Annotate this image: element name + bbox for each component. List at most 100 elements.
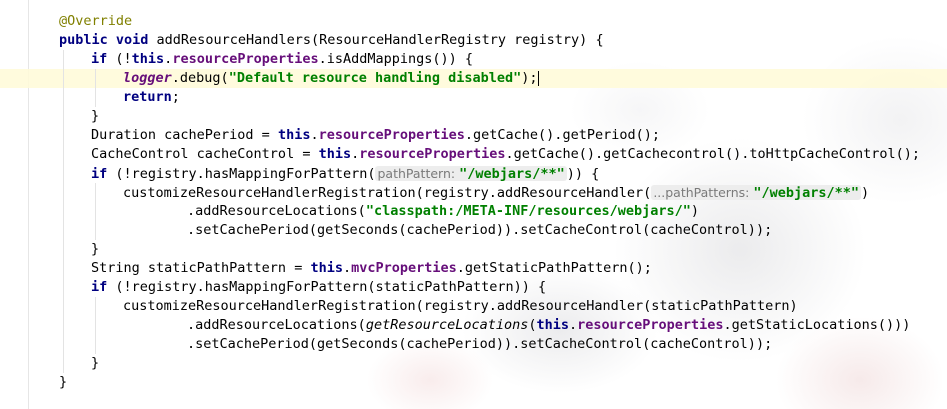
indent-guide bbox=[63, 240, 64, 259]
indent-guide bbox=[95, 202, 96, 221]
code-line[interactable]: return; bbox=[0, 88, 947, 107]
field-reference: resourceProperties bbox=[577, 317, 724, 333]
code-token: .isAddMappings()) { bbox=[318, 51, 474, 67]
keyword: this bbox=[536, 317, 570, 333]
code-line[interactable]: } bbox=[0, 240, 947, 259]
keyword: if bbox=[91, 279, 116, 295]
code-line[interactable]: Duration cachePeriod = this.resourceProp… bbox=[0, 126, 947, 145]
code-token: } bbox=[91, 241, 100, 257]
code-text: .setCachePeriod(getSeconds(cachePeriod))… bbox=[187, 335, 772, 354]
indent-guide bbox=[63, 297, 64, 316]
code-line[interactable]: } bbox=[0, 373, 947, 392]
code-line[interactable]: .addResourceLocations(getResourceLocatio… bbox=[0, 316, 947, 335]
indent-guide bbox=[95, 316, 96, 335]
indent-guide bbox=[95, 183, 96, 202]
indent-guide bbox=[63, 183, 64, 202]
code-token: .getCache().getPeriod(); bbox=[464, 127, 660, 143]
code-editor[interactable]: @Override public void addResourceHandlers… bbox=[0, 12, 947, 392]
keyword: this bbox=[318, 146, 352, 162]
keyword: if bbox=[91, 51, 116, 67]
code-token: } bbox=[59, 374, 68, 390]
keyword: this bbox=[310, 260, 343, 276]
code-line[interactable]: customizeResourceHandlerRegistration(reg… bbox=[0, 183, 947, 202]
code-token: .setCachePeriod(getSeconds(cachePeriod))… bbox=[187, 222, 773, 238]
code-line[interactable]: .addResourceLocations("classpath:/META-I… bbox=[0, 202, 947, 221]
code-token: . bbox=[342, 260, 352, 276]
code-line[interactable]: if (!this.resourceProperties.isAddMappin… bbox=[0, 50, 947, 69]
code-token: } bbox=[91, 108, 100, 124]
indent-guide bbox=[63, 259, 64, 278]
parameter-hint-label: ...pathPatterns: bbox=[653, 185, 754, 200]
code-token: Duration cachePeriod = bbox=[91, 127, 278, 143]
code-text: logger.debug("Default resource handling … bbox=[123, 69, 539, 88]
code-line[interactable]: if (!registry.hasMappingForPattern(stati… bbox=[0, 278, 947, 297]
code-token: (!registry.hasMappingForPattern(staticPa… bbox=[115, 279, 547, 295]
code-text: .addResourceLocations("classpath:/META-I… bbox=[187, 202, 699, 221]
code-token: )) { bbox=[566, 166, 600, 182]
code-text: } bbox=[59, 373, 67, 392]
parameter-hint-label: pathPattern: bbox=[377, 166, 460, 181]
keyword: return bbox=[123, 89, 172, 105]
code-line[interactable]: String staticPathPattern = this.mvcPrope… bbox=[0, 259, 947, 278]
text-cursor bbox=[537, 70, 539, 86]
code-token: ) bbox=[861, 185, 870, 201]
code-token: (!registry.hasMappingForPattern( bbox=[115, 166, 376, 182]
indent-guide bbox=[63, 316, 64, 335]
static-field: logger bbox=[123, 70, 172, 86]
indent-guide bbox=[63, 69, 64, 88]
code-token: ( bbox=[528, 317, 537, 333]
code-token: .debug( bbox=[171, 70, 229, 86]
string-literal: "Default resource handling disabled" bbox=[228, 70, 522, 86]
code-token: CacheControl cacheControl = bbox=[91, 146, 319, 162]
code-text: customizeResourceHandlerRegistration(reg… bbox=[123, 183, 869, 203]
code-text: String staticPathPattern = this.mvcPrope… bbox=[91, 259, 652, 278]
code-line[interactable]: if (!registry.hasMappingForPattern(pathP… bbox=[0, 164, 947, 183]
code-text: public void addResourceHandlers(Resource… bbox=[59, 31, 604, 50]
code-line[interactable]: } bbox=[0, 107, 947, 126]
parameter-hint: ...pathPatterns: "/webjars/**" bbox=[651, 185, 861, 201]
code-token: .getStaticPathPattern(); bbox=[456, 260, 652, 276]
keyword: public void bbox=[59, 32, 157, 48]
code-text: .setCachePeriod(getSeconds(cachePeriod))… bbox=[187, 221, 772, 240]
field-reference: resourceProperties bbox=[359, 146, 506, 162]
code-line[interactable]: customizeResourceHandlerRegistration(reg… bbox=[0, 297, 947, 316]
code-token: .addResourceLocations( bbox=[187, 203, 366, 219]
indent-guide bbox=[63, 145, 64, 164]
indent-guide bbox=[63, 354, 64, 373]
code-line[interactable]: .setCachePeriod(getSeconds(cachePeriod))… bbox=[0, 335, 947, 354]
code-text: return; bbox=[123, 88, 180, 107]
code-token: customizeResourceHandlerRegistration(reg… bbox=[123, 298, 798, 314]
field-reference: resourceProperties bbox=[318, 127, 465, 143]
indent-guide bbox=[63, 107, 64, 126]
keyword: if bbox=[91, 166, 116, 182]
code-text: } bbox=[91, 240, 99, 259]
annotation: @Override bbox=[59, 13, 133, 29]
code-token: .addResourceLocations( bbox=[187, 317, 366, 333]
keyword: this bbox=[131, 51, 165, 67]
method-call: getResourceLocations bbox=[365, 317, 529, 333]
code-text: .addResourceLocations(getResourceLocatio… bbox=[187, 316, 910, 335]
indent-guide bbox=[95, 297, 96, 316]
indent-guide bbox=[95, 88, 96, 107]
code-token: ); bbox=[521, 70, 538, 86]
code-token: customizeResourceHandlerRegistration(reg… bbox=[123, 185, 652, 201]
code-line[interactable]: .setCachePeriod(getSeconds(cachePeriod))… bbox=[0, 221, 947, 240]
code-line[interactable]: CacheControl cacheControl = this.resourc… bbox=[0, 145, 947, 164]
indent-guide bbox=[63, 202, 64, 221]
code-text: } bbox=[91, 107, 99, 126]
code-line[interactable]: logger.debug("Default resource handling … bbox=[0, 69, 947, 88]
code-line[interactable]: public void addResourceHandlers(Resource… bbox=[0, 31, 947, 50]
field-reference: resourceProperties bbox=[172, 51, 319, 67]
indent-guide bbox=[63, 164, 64, 183]
code-token: ) bbox=[690, 203, 700, 219]
code-line[interactable]: } bbox=[0, 354, 947, 373]
code-token: . bbox=[310, 127, 319, 143]
code-token: .setCachePeriod(getSeconds(cachePeriod))… bbox=[187, 336, 773, 352]
code-token: ; bbox=[171, 89, 180, 105]
code-token: (! bbox=[115, 51, 132, 67]
code-line[interactable]: @Override bbox=[0, 12, 947, 31]
indent-guide bbox=[63, 50, 64, 69]
code-text: if (!registry.hasMappingForPattern(stati… bbox=[91, 278, 546, 297]
code-token: . bbox=[569, 317, 578, 333]
code-token: .getStaticLocations())) bbox=[723, 317, 911, 333]
